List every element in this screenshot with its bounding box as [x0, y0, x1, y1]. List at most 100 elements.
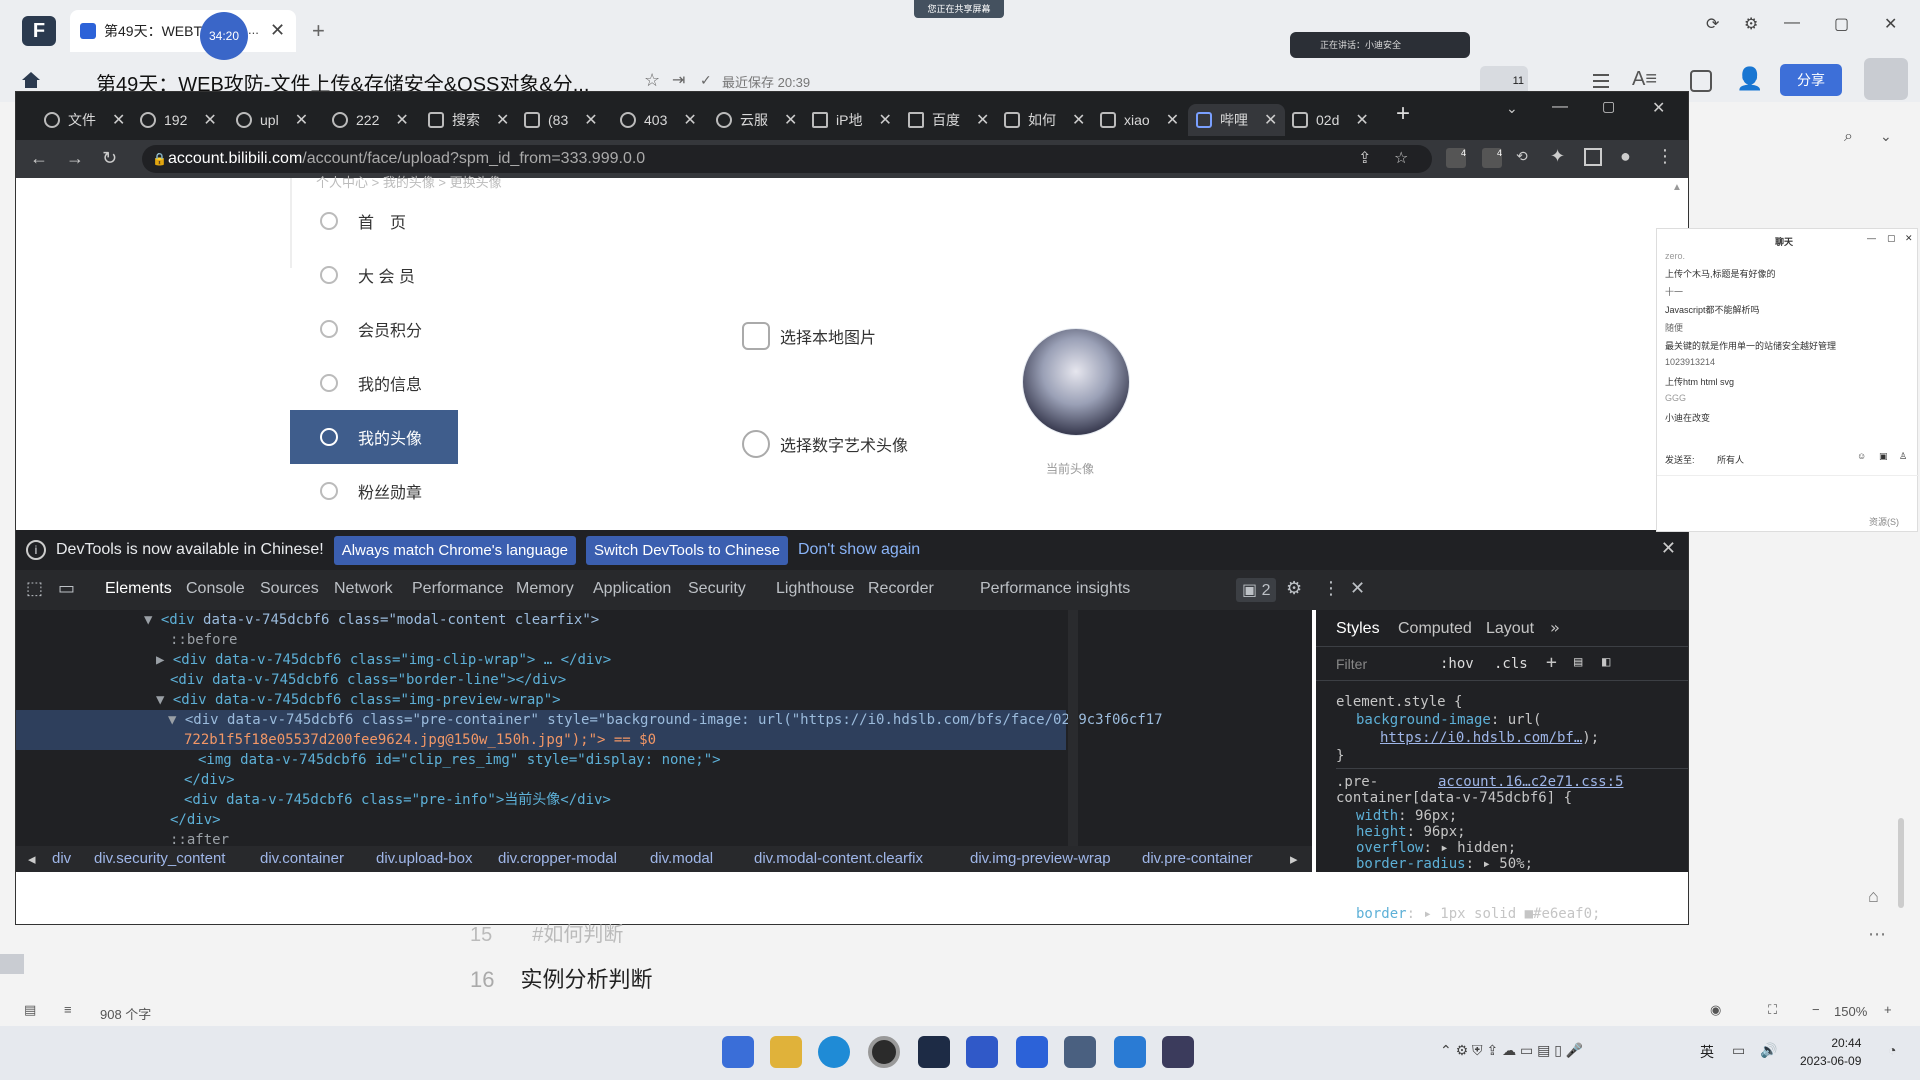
browser-tab[interactable]: upl ✕ — [228, 104, 316, 136]
tab-sources[interactable]: Sources — [260, 580, 319, 598]
fullscreen-icon[interactable]: ⛶ — [1768, 1002, 1777, 1018]
tab-lighthouse[interactable]: Lighthouse — [776, 580, 854, 598]
chat-image-icon[interactable]: ▣ — [1879, 451, 1888, 462]
tab-close-icon[interactable]: ✕ — [1072, 110, 1085, 130]
browser-tab[interactable]: 百度 ✕ — [900, 104, 997, 136]
dont-show-again-link[interactable]: Don't show again — [798, 541, 920, 559]
tab-close-icon[interactable]: ✕ — [976, 110, 989, 130]
tab-memory[interactable]: Memory — [516, 580, 574, 598]
dom-node-selected-cont[interactable]: 722b1f5f18e05537d200fee9624.jpg@150w_150… — [16, 730, 1066, 750]
dom-node[interactable]: </div> — [184, 770, 235, 790]
browser-tab[interactable]: 403 ✕ — [612, 104, 705, 136]
back-icon[interactable]: ← — [30, 148, 48, 169]
page-view-icon[interactable]: ▤ — [24, 1002, 36, 1018]
extension-icon[interactable]: 4 — [1482, 148, 1502, 168]
focus-mode-icon[interactable]: ◉ — [1710, 1002, 1721, 1018]
export-icon[interactable]: ⇥ — [672, 70, 685, 90]
always-match-language-button[interactable]: Always match Chrome's language — [333, 535, 577, 565]
hov-toggle[interactable]: :hov — [1440, 656, 1474, 672]
elements-tree-panel[interactable]: ▼ <div data-v-745dcbf6 class="modal-cont… — [16, 610, 1312, 846]
vscode-icon[interactable] — [1114, 1036, 1146, 1068]
bookmark-star-icon[interactable]: ☆ — [1394, 145, 1408, 173]
sidebar-item-home[interactable]: 首 页 — [290, 194, 458, 248]
profile-icon[interactable]: ● — [1620, 146, 1631, 167]
browser-tab[interactable]: 文件 ✕ — [36, 104, 133, 136]
settings-icon[interactable]: ⚙ — [1744, 14, 1758, 34]
add-user-icon[interactable]: 👤 — [1736, 66, 1763, 92]
chat-user-icon[interactable]: ♙ — [1899, 451, 1907, 462]
breadcrumb-item[interactable]: div.modal — [650, 850, 713, 867]
maximize-icon[interactable]: ▢ — [1834, 14, 1849, 34]
zoom-level[interactable]: 150% — [1834, 1004, 1867, 1019]
devtools-more-icon[interactable]: ⋮ — [1322, 578, 1340, 599]
tab-close-icon[interactable]: ✕ — [1264, 110, 1277, 130]
toggle-sidebar-icon[interactable]: ◧ — [1602, 654, 1610, 670]
puzzle-icon[interactable]: ✦ — [1550, 146, 1565, 167]
dom-node[interactable]: <img data-v-745dcbf6 id="clip_res_img" s… — [198, 750, 721, 770]
right-scrollbar[interactable] — [1898, 818, 1904, 908]
home-icon[interactable] — [20, 70, 42, 90]
side-search-icon[interactable]: ⌕ — [1844, 128, 1853, 146]
menu-icon[interactable] — [1590, 70, 1612, 92]
paint-icon[interactable]: ▤ — [1574, 654, 1582, 670]
devtools-close-icon[interactable]: ✕ — [1350, 578, 1365, 599]
new-browser-tab-icon[interactable]: + — [1396, 100, 1410, 128]
switch-to-chinese-button[interactable]: Switch DevTools to Chinese — [586, 535, 788, 565]
style-rule[interactable]: overflow: ▸ hidden; — [1356, 840, 1516, 856]
dom-node[interactable]: <div data-v-745dcbf6 class="pre-info">当前… — [184, 790, 611, 810]
meeting-icon[interactable] — [1016, 1036, 1048, 1068]
close-window-icon[interactable]: ✕ — [1884, 14, 1897, 34]
style-rule[interactable]: width: 96px; — [1356, 808, 1457, 824]
breadcrumb-item[interactable]: div.security_content — [94, 850, 225, 867]
style-rule[interactable]: background-image: url( — [1356, 712, 1541, 728]
volume-icon[interactable]: 🔊 — [1760, 1042, 1777, 1059]
present-icon[interactable] — [1690, 70, 1712, 92]
dom-node[interactable]: <div data-v-745dcbf6 class="border-line"… — [170, 670, 566, 690]
tab-close-icon[interactable]: ✕ — [395, 110, 408, 130]
browser-tab-active[interactable]: 哔哩 ✕ — [1188, 104, 1286, 136]
sidebar-item-fan-medal[interactable]: 粉丝勋章 — [290, 464, 458, 518]
sidebar-item-vip[interactable]: 大 会 员 — [290, 248, 458, 302]
tab-close-icon[interactable]: ✕ — [784, 110, 797, 130]
tab-console[interactable]: Console — [186, 580, 245, 598]
elements-scrollbar[interactable] — [1068, 610, 1078, 846]
outer-document-tab[interactable]: 第49天：WEBT — [70, 10, 296, 52]
extension-icon[interactable]: ⟲ — [1516, 148, 1528, 165]
browser-tab[interactable]: 222 ✕ — [324, 104, 417, 136]
chat-resources-link[interactable]: 资源(S) — [1869, 515, 1899, 528]
chat-emoji-icon[interactable]: ☺ — [1857, 451, 1866, 461]
style-rule[interactable]: border: ▸ 1px solid ■#e6eaf0; — [1356, 906, 1600, 922]
chat-minimize-icon[interactable]: — — [1867, 233, 1876, 243]
cls-toggle[interactable]: .cls — [1494, 656, 1528, 672]
doc-line-16[interactable]: 16 实例分析判断 — [470, 962, 653, 994]
browser-tab[interactable]: 02d ✕ — [1284, 104, 1377, 136]
notification-icon[interactable]: ◔ — [1888, 1042, 1896, 1058]
breadcrumb-left-icon[interactable]: ◂ — [28, 850, 36, 868]
more-tabs-icon[interactable]: » — [1550, 618, 1560, 637]
star-icon[interactable]: ☆ — [644, 70, 660, 91]
choose-digital-avatar-option[interactable]: 选择数字艺术头像 — [742, 430, 908, 458]
file-explorer-icon[interactable] — [770, 1036, 802, 1068]
refresh-icon[interactable]: ⟳ — [1706, 14, 1719, 34]
breadcrumb-item[interactable]: div.modal-content.clearfix — [754, 850, 923, 867]
chat-maximize-icon[interactable]: ▢ — [1887, 233, 1896, 244]
new-tab-icon[interactable]: + — [312, 18, 325, 44]
breadcrumb-item[interactable]: div.img-preview-wrap — [970, 850, 1111, 867]
browser-tab[interactable]: xiao ✕ — [1092, 104, 1187, 136]
tab-styles[interactable]: Styles — [1336, 620, 1380, 638]
issues-badge[interactable]: ▣ 2 — [1236, 578, 1277, 602]
more-options-icon[interactable]: ⋯ — [1868, 924, 1886, 945]
extension-icon[interactable]: 4 — [1446, 148, 1466, 168]
stylesheet-source-link[interactable]: account.16…c2e71.css:5 — [1438, 774, 1623, 790]
tab-application[interactable]: Application — [593, 580, 671, 598]
doc-line-15[interactable]: 15 #如何判断 — [470, 918, 623, 947]
style-url[interactable]: https://i0.hdslb.com/bf…); — [1380, 730, 1599, 746]
tab-network[interactable]: Network — [334, 580, 393, 598]
tab-close-icon[interactable]: ✕ — [496, 110, 509, 130]
tray-icons[interactable]: ⌃ ⚙ ⛨ ⇪ ☁ ▭ ▤ ▯ 🎤 — [1440, 1042, 1583, 1059]
tab-computed[interactable]: Computed — [1398, 620, 1472, 638]
layout-icon[interactable]: ≡ — [64, 1002, 72, 1017]
tab-layout[interactable]: Layout — [1486, 620, 1534, 638]
network-icon[interactable]: ▭ — [1732, 1042, 1745, 1059]
app-icon[interactable] — [1162, 1036, 1194, 1068]
